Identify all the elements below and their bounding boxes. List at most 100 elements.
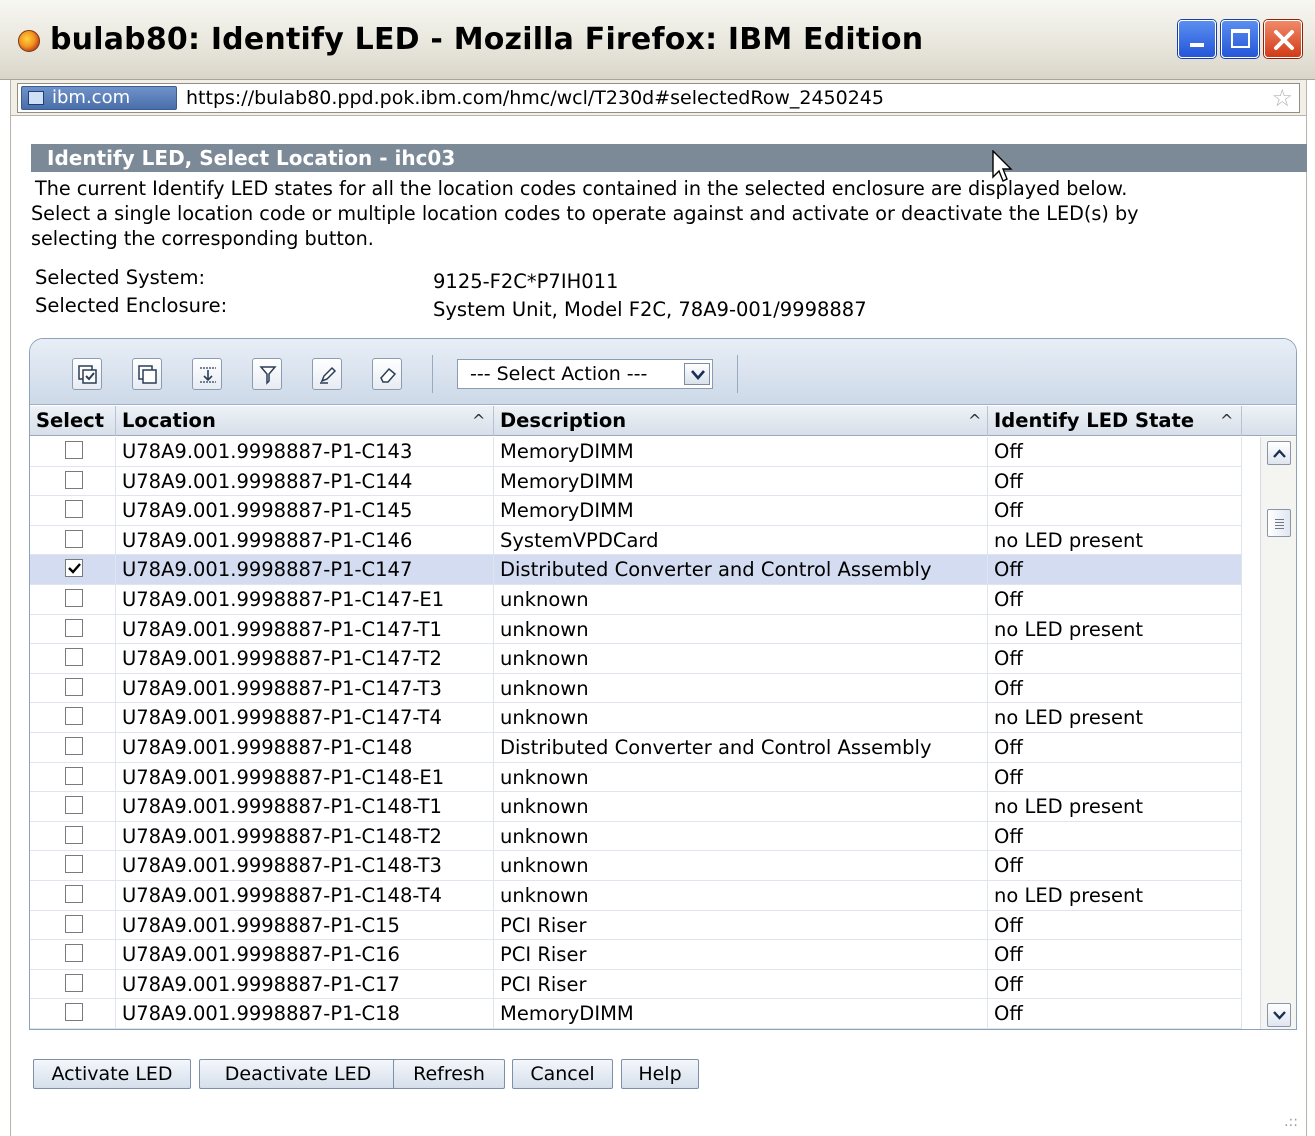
resize-grip-icon[interactable]: .:: — [1284, 1114, 1298, 1130]
table-row[interactable]: U78A9.001.9998887-P1-C147-T2 unknown Off — [30, 644, 1242, 674]
description-cell: Distributed Converter and Control Assemb… — [494, 555, 988, 585]
row-checkbox[interactable] — [65, 589, 83, 607]
row-checkbox[interactable] — [65, 825, 83, 844]
row-checkbox[interactable] — [65, 766, 83, 785]
site-identity-label: ibm.com — [52, 87, 131, 108]
select-cell — [30, 466, 116, 497]
location-cell: U78A9.001.9998887-P1-C17 — [116, 969, 494, 1000]
row-checkbox[interactable] — [65, 914, 83, 933]
filter-button[interactable] — [252, 358, 282, 390]
row-checkbox[interactable] — [65, 707, 83, 726]
table-row[interactable]: U78A9.001.9998887-P1-C148-T3 unknown Off — [30, 851, 1242, 881]
scroll-up-button[interactable] — [1267, 441, 1291, 465]
description-cell: unknown — [494, 673, 988, 704]
row-checkbox[interactable] — [65, 470, 83, 489]
url-field[interactable]: ibm.com https://bulab80.ppd.pok.ibm.com/… — [17, 83, 1300, 113]
minimize-button[interactable] — [1178, 20, 1216, 58]
location-cell: U78A9.001.9998887-P1-C144 — [116, 466, 494, 497]
select-cell — [30, 437, 116, 467]
description-cell: unknown — [494, 851, 988, 881]
deselect-all-button[interactable] — [132, 358, 162, 390]
column-header-select[interactable]: Select — [30, 406, 116, 436]
select-action-dropdown[interactable]: --- Select Action --- — [457, 359, 713, 389]
maximize-button[interactable] — [1221, 20, 1259, 58]
row-checkbox[interactable] — [65, 855, 83, 874]
sort-ascending-icon[interactable]: ^ — [1220, 406, 1233, 436]
scrollbar-thumb[interactable] — [1267, 509, 1291, 537]
table-row[interactable]: U78A9.001.9998887-P1-C16 PCI Riser Off — [30, 940, 1242, 970]
cancel-button[interactable]: Cancel — [512, 1059, 613, 1089]
row-checkbox[interactable] — [65, 441, 83, 459]
row-checkbox[interactable] — [65, 796, 83, 815]
table-row[interactable]: U78A9.001.9998887-P1-C147 Distributed Con… — [30, 555, 1242, 585]
table-scrollbar[interactable] — [1260, 437, 1296, 1029]
table-row[interactable]: U78A9.001.9998887-P1-C17 PCI Riser Off — [30, 969, 1242, 1000]
led-state-cell: Off — [988, 821, 1242, 852]
window-titlebar[interactable]: bulab80: Identify LED - Mozilla Firefox:… — [0, 0, 1315, 80]
table-row[interactable]: U78A9.001.9998887-P1-C15 PCI Riser Off — [30, 910, 1242, 941]
row-checkbox[interactable] — [65, 677, 83, 696]
column-header-description[interactable]: Description ^ — [494, 406, 988, 436]
row-checkbox[interactable] — [65, 1003, 83, 1022]
sort-ascending-icon[interactable]: ^ — [472, 406, 485, 436]
location-cell: U78A9.001.9998887-P1-C147-T1 — [116, 614, 494, 645]
table-row[interactable]: U78A9.001.9998887-P1-C144 MemoryDIMM Off — [30, 466, 1242, 497]
table-row[interactable]: U78A9.001.9998887-P1-C148-T4 unknown no LE… — [30, 881, 1242, 911]
row-checkbox[interactable] — [65, 737, 83, 755]
row-checkbox[interactable] — [65, 944, 83, 963]
table-row[interactable]: U78A9.001.9998887-P1-C147-E1 unknown Off — [30, 585, 1242, 615]
table-row[interactable]: U78A9.001.9998887-P1-C148-E1 unknown Off — [30, 762, 1242, 793]
location-cell: U78A9.001.9998887-P1-C148-T1 — [116, 792, 494, 822]
table-row[interactable]: U78A9.001.9998887-P1-C145 MemoryDIMM Off — [30, 496, 1242, 526]
table-row[interactable]: U78A9.001.9998887-P1-C143 MemoryDIMM Off — [30, 437, 1242, 467]
row-checkbox[interactable] — [65, 618, 83, 637]
select-cell — [30, 496, 116, 526]
table-row[interactable]: U78A9.001.9998887-P1-C148-T1 unknown no LE… — [30, 792, 1242, 822]
expand-all-button[interactable] — [192, 358, 222, 390]
row-checkbox[interactable] — [65, 500, 83, 519]
select-cell — [30, 673, 116, 704]
row-checkbox[interactable] — [65, 973, 83, 992]
clear-sort-button[interactable] — [372, 358, 402, 390]
row-checkbox[interactable] — [65, 559, 83, 578]
sort-ascending-icon[interactable]: ^ — [968, 406, 981, 436]
table-row[interactable]: U78A9.001.9998887-P1-C147-T3 unknown Off — [30, 673, 1242, 704]
description-cell: MemoryDIMM — [494, 466, 988, 497]
description-cell: unknown — [494, 792, 988, 822]
select-all-button[interactable] — [72, 358, 102, 390]
select-cell — [30, 644, 116, 674]
description-cell: unknown — [494, 614, 988, 645]
site-identity-button[interactable]: ibm.com — [21, 86, 177, 110]
table-row[interactable]: U78A9.001.9998887-P1-C146 SystemVPDCard no… — [30, 525, 1242, 556]
description-cell: PCI Riser — [494, 910, 988, 941]
dropdown-arrow-button[interactable] — [684, 363, 710, 385]
help-button[interactable]: Help — [621, 1059, 699, 1089]
address-bar: ibm.com https://bulab80.ppd.pok.ibm.com/… — [10, 80, 1307, 116]
bookmark-star-icon[interactable]: ☆ — [1271, 86, 1293, 110]
table-row[interactable]: U78A9.001.9998887-P1-C148-T2 unknown Off — [30, 821, 1242, 852]
refresh-button[interactable]: Refresh — [393, 1059, 505, 1089]
row-checkbox[interactable] — [65, 529, 83, 548]
table-row[interactable]: U78A9.001.9998887-P1-C18 MemoryDIMM Off — [30, 999, 1242, 1029]
row-checkbox[interactable] — [65, 885, 83, 903]
close-button[interactable] — [1264, 20, 1302, 58]
location-cell: U78A9.001.9998887-P1-C148-T2 — [116, 821, 494, 852]
table-row[interactable]: U78A9.001.9998887-P1-C147-T4 unknown no LE… — [30, 703, 1242, 733]
column-header-led-state[interactable]: Identify LED State ^ — [988, 406, 1242, 436]
led-state-cell: Off — [988, 910, 1242, 941]
description-cell: MemoryDIMM — [494, 999, 988, 1029]
url-text[interactable]: https://bulab80.ppd.pok.ibm.com/hmc/wcl/… — [186, 86, 884, 110]
description-cell: unknown — [494, 821, 988, 852]
table-toolbar: --- Select Action --- — [30, 339, 1296, 405]
select-cell — [30, 969, 116, 1000]
edit-sort-button[interactable] — [312, 358, 342, 390]
table-row[interactable]: U78A9.001.9998887-P1-C147-T1 unknown no LE… — [30, 614, 1242, 645]
column-header-location[interactable]: Location ^ — [116, 406, 494, 436]
activate-led-button[interactable]: Activate LED — [33, 1059, 191, 1089]
scroll-down-button[interactable] — [1267, 1003, 1291, 1027]
deactivate-led-button[interactable]: Deactivate LED — [199, 1059, 397, 1089]
row-checkbox[interactable] — [65, 648, 83, 667]
table-row[interactable]: U78A9.001.9998887-P1-C148 Distributed Con… — [30, 733, 1242, 763]
filter-icon — [259, 366, 277, 385]
led-state-cell: Off — [988, 969, 1242, 1000]
